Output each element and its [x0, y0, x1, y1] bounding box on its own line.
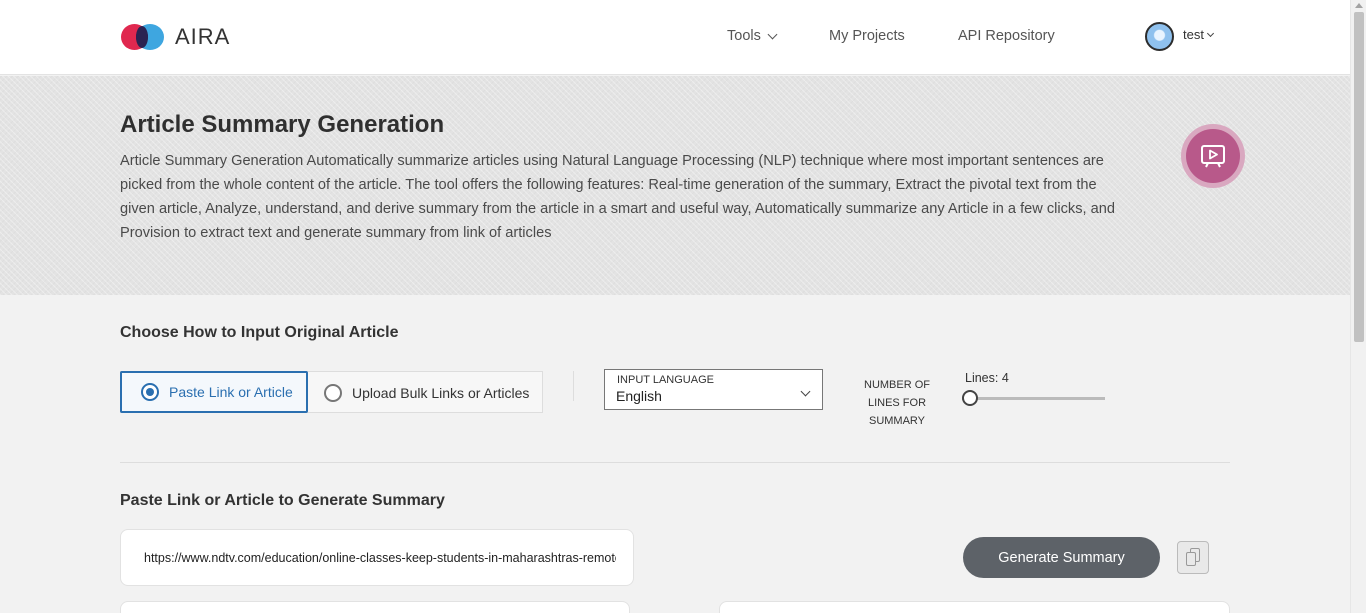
- generate-summary-button[interactable]: Generate Summary: [963, 537, 1160, 578]
- copy-button[interactable]: [1177, 541, 1209, 574]
- top-navbar: AIRA Tools My Projects API Repository te…: [0, 0, 1350, 75]
- article-text-panel[interactable]: [120, 601, 630, 613]
- logo-text: AIRA: [175, 24, 231, 49]
- summary-output-panel: [719, 601, 1230, 613]
- hero-banner: Article Summary Generation Article Summa…: [0, 76, 1350, 295]
- divider: [573, 371, 574, 401]
- user-menu[interactable]: test: [1145, 22, 1215, 51]
- url-input-box: [120, 529, 634, 586]
- chevron-down-icon: [767, 29, 778, 39]
- input-language-value: English: [616, 388, 662, 404]
- input-language-label: INPUT LANGUAGE: [617, 374, 714, 386]
- page-description: Article Summary Generation Automatically…: [120, 153, 1115, 241]
- avatar: [1145, 22, 1174, 51]
- nav-tools-label: Tools: [727, 28, 761, 44]
- article-url-input[interactable]: [144, 547, 616, 569]
- option-upload-bulk-label: Upload Bulk Links or Articles: [352, 385, 530, 401]
- nav-my-projects-label: My Projects: [829, 28, 905, 44]
- copy-icon-front: [1186, 552, 1196, 566]
- lines-slider[interactable]: [962, 390, 1106, 406]
- paste-section-title: Paste Link or Article to Generate Summar…: [120, 492, 445, 509]
- video-tutorial-button[interactable]: [1181, 124, 1245, 188]
- nav-api-repository[interactable]: API Repository: [958, 28, 1055, 44]
- option-paste-link[interactable]: Paste Link or Article: [120, 371, 308, 413]
- nav-api-repository-label: API Repository: [958, 28, 1055, 44]
- slider-track: [962, 397, 1105, 400]
- page-title: Article Summary Generation: [120, 111, 445, 138]
- nav-tools[interactable]: Tools: [727, 28, 778, 44]
- option-upload-bulk[interactable]: Upload Bulk Links or Articles: [324, 372, 529, 414]
- radio-unselected[interactable]: [324, 384, 342, 402]
- lines-value: Lines: 4: [965, 371, 1009, 385]
- radio-selected[interactable]: [141, 383, 159, 401]
- option-paste-link-label: Paste Link or Article: [169, 384, 293, 400]
- scroll-up-arrow-icon[interactable]: [1355, 3, 1363, 8]
- page-scrollbar[interactable]: [1350, 0, 1366, 613]
- chevron-down-icon: [800, 386, 811, 397]
- lines-label: NUMBER OF LINES FOR SUMMARY: [864, 379, 930, 427]
- input-section-title: Choose How to Input Original Article: [120, 324, 399, 341]
- slider-thumb[interactable]: [962, 390, 978, 406]
- scrollbar-thumb[interactable]: [1354, 12, 1364, 342]
- logo[interactable]: AIRA: [121, 24, 230, 50]
- nav-my-projects[interactable]: My Projects: [829, 28, 905, 44]
- video-play-icon: [1186, 129, 1240, 183]
- input-language-select[interactable]: INPUT LANGUAGE English: [604, 369, 823, 410]
- input-mode-toggle: Paste Link or Article Upload Bulk Links …: [120, 371, 543, 413]
- aira-logo-icon: [121, 24, 165, 50]
- section-divider: [120, 462, 1230, 463]
- chevron-down-icon: [1206, 29, 1215, 37]
- user-name: test: [1183, 27, 1204, 42]
